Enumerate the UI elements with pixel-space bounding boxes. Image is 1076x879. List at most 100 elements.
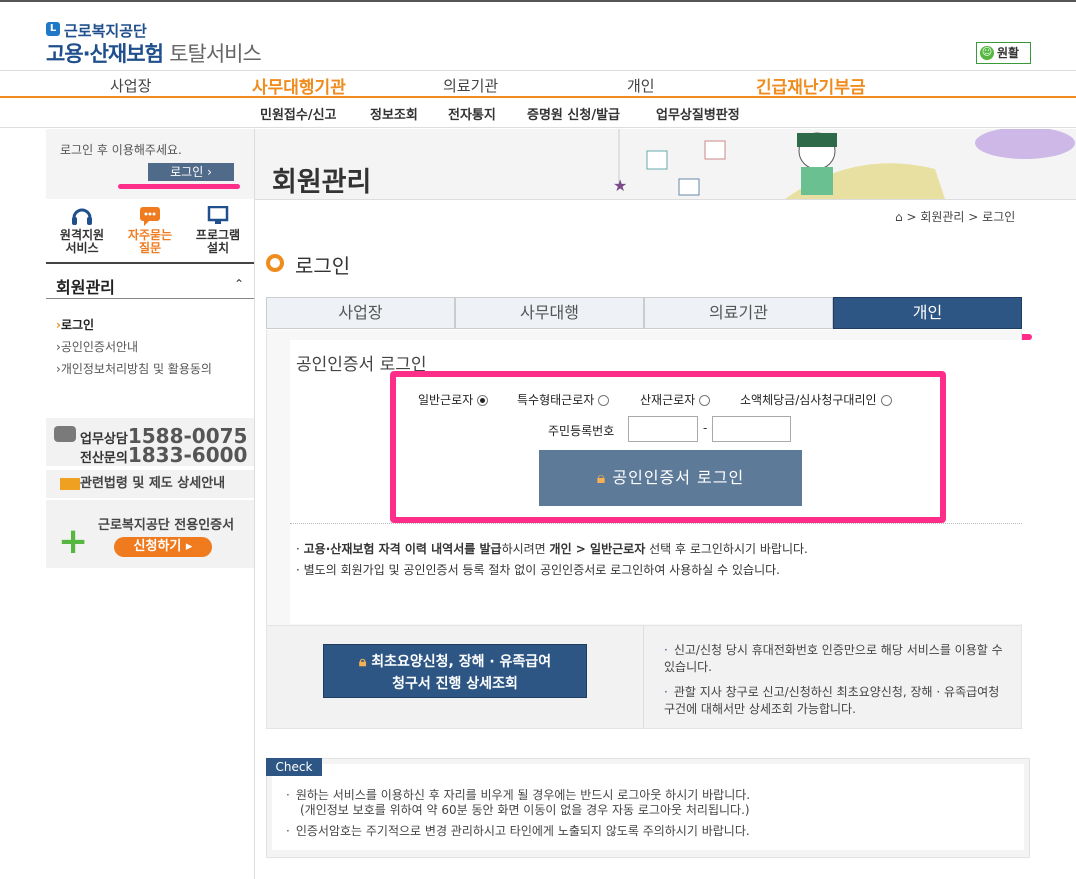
- quick-label: 서비스: [65, 241, 99, 255]
- smile-icon: ☺: [980, 46, 994, 60]
- login-type-tabs: 사업장 사무대행 의료기관 개인: [266, 297, 1022, 329]
- quick-label: 프로그램: [195, 228, 241, 242]
- menu-item-login[interactable]: ›로그인: [56, 316, 94, 333]
- nav-disaster-donation[interactable]: 긴급재난기부금: [756, 73, 865, 98]
- phone-icon: [54, 426, 76, 442]
- note-text: 하시려면: [501, 542, 550, 556]
- svg-text:★: ★: [613, 176, 627, 195]
- site-logo[interactable]: 고용·산재보험 토탈서비스: [46, 38, 262, 68]
- menu-item-label: 로그인: [60, 318, 95, 332]
- tab-business[interactable]: 사업장: [266, 297, 455, 329]
- play-icon: ▸: [185, 539, 193, 554]
- sub-nav: 민원접수/신고 정보조회 전자통지 증명원 신청/발급 업무상질병판정: [0, 98, 1076, 128]
- chat-icon: [140, 207, 160, 226]
- cert-login-button[interactable]: 🔒︎ 공인인증서 로그인: [539, 450, 802, 506]
- quick-links: 원격지원 서비스 자주묻는 질문 프로그램 설치: [46, 200, 254, 264]
- note-strong: 고용·산재보험 자격 이력 내역서를 발급: [303, 542, 502, 556]
- title-bullet-icon: [266, 254, 284, 272]
- subnav-info[interactable]: 정보조회: [370, 104, 418, 123]
- page-banner: ★: [255, 129, 1076, 200]
- home-icon[interactable]: ⌂: [895, 210, 903, 224]
- radio-label: 일반근로자: [418, 393, 474, 407]
- radio-agent[interactable]: 소액체당금/심사청구대리인: [740, 391, 892, 408]
- note-text: 선택 후 로그인하시기 바랍니다.: [645, 542, 808, 556]
- radio-checked-icon: [477, 395, 489, 406]
- top-border: [0, 0, 1076, 2]
- menu-title: 회원관리: [56, 278, 115, 297]
- breadcrumb-item: 로그인: [982, 210, 1016, 224]
- cs-line-2: 전산문의1833-6000: [80, 443, 247, 467]
- note-text: 인증서암호는 주기적으로 변경 관리하시고 타인에게 노출되지 않도록 주의하시…: [295, 824, 750, 838]
- note-1: · 고용·산재보험 자격 이력 내역서를 발급하시려면 개인 > 일반근로자 선…: [296, 542, 808, 556]
- menu-item-label: 개인정보처리방침 및 활용동의: [60, 362, 212, 376]
- quick-remote-support[interactable]: 원격지원 서비스: [48, 200, 116, 262]
- subnav-notice[interactable]: 전자통지: [448, 104, 496, 123]
- page-title: 로그인: [295, 254, 351, 278]
- rrn-dash: -: [703, 421, 708, 435]
- menu-item-label: 공인인증서안내: [60, 340, 139, 354]
- login-message: 로그인 후 이용해주세요.: [60, 143, 182, 157]
- subnav-certificate[interactable]: 증명원 신청/발급: [527, 104, 620, 123]
- site-title: 고용·산재보험: [46, 42, 164, 66]
- breadcrumb: ⌂ > 회원관리 > 로그인: [895, 210, 1016, 224]
- quick-faq[interactable]: 자주묻는 질문: [116, 200, 184, 262]
- radio-special-worker[interactable]: 특수형태근로자: [517, 391, 610, 408]
- note-text: 별도의 회원가입 및 공인인증서 등록 절차 없이 공인인증서로 로그인하여 사…: [303, 563, 780, 577]
- subnav-petition[interactable]: 민원접수/신고: [260, 104, 337, 123]
- detail-button-line2: 청구서 진행 상세조회: [392, 676, 518, 692]
- menu-divider: [46, 298, 254, 299]
- rrn-front-input[interactable]: [628, 416, 698, 442]
- note-strong: 개인 > 일반근로자: [549, 542, 646, 556]
- note-2: · 별도의 회원가입 및 공인인증서 등록 절차 없이 공인인증서로 로그인하여…: [296, 563, 780, 577]
- cert-apply-label: 신청하기: [133, 539, 182, 554]
- cert-login-label: 공인인증서 로그인: [612, 468, 745, 487]
- chevron-right-icon: ›: [207, 165, 212, 179]
- cs-label: 전산문의: [80, 451, 128, 466]
- check-note-1b: (개인정보 보호를 위하여 약 60분 동안 화면 이동이 없을 경우 자동 로…: [300, 803, 750, 817]
- site-subtitle: 토탈서비스: [169, 42, 262, 66]
- radio-icon: [880, 395, 892, 406]
- quick-program-install[interactable]: 프로그램 설치: [184, 200, 252, 262]
- sidebar-login-button[interactable]: 로그인 ›: [148, 163, 234, 181]
- headset-icon: [72, 208, 92, 225]
- nav-medical[interactable]: 의료기관: [443, 75, 498, 96]
- breadcrumb-item[interactable]: 회원관리: [920, 210, 964, 224]
- cert-promo-title: 근로복지공단 전용인증서: [98, 518, 235, 533]
- tab-medical[interactable]: 의료기관: [644, 297, 833, 329]
- radio-label: 소액체당금/심사청구대리인: [740, 393, 877, 407]
- book-icon: [60, 478, 80, 490]
- subnav-disease[interactable]: 업무상질병판정: [656, 104, 740, 123]
- note-text: 원하는 서비스를 이용하신 후 자리를 비우게 될 경우에는 반드시 로그아웃 …: [295, 788, 751, 802]
- content-divider: [254, 129, 255, 879]
- menu-item-cert-guide[interactable]: ›공인인증서안내: [56, 338, 138, 355]
- chevron-up-icon[interactable]: ⌃: [234, 277, 244, 291]
- radio-icon: [699, 395, 711, 406]
- note-text: 신고/신청 당시 휴대전화번호 인증만으로 해당 서비스를 이용할 수 있습니다…: [664, 643, 1003, 674]
- nav-agency[interactable]: 사무대행기관: [252, 73, 346, 98]
- cs-phone: 1833-6000: [127, 443, 248, 467]
- radio-label: 산재근로자: [640, 393, 696, 407]
- banner-illustration: ★: [613, 129, 1075, 199]
- main-nav: 사업장 사무대행기관 의료기관 개인 긴급재난기부금: [0, 70, 1076, 98]
- quick-label: 설치: [206, 241, 230, 255]
- nav-individual[interactable]: 개인: [627, 75, 655, 96]
- right-note-1: · 신고/신청 당시 휴대전화번호 인증만으로 해당 서비스를 이용할 수 있습니…: [664, 643, 1003, 674]
- tab-individual[interactable]: 개인: [833, 297, 1022, 329]
- rrn-back-input[interactable]: [712, 416, 791, 442]
- menu-item-privacy[interactable]: ›개인정보처리방침 및 활용동의: [56, 360, 212, 377]
- monitor-icon: [207, 206, 229, 224]
- radio-icon: [598, 395, 610, 406]
- tab-agency[interactable]: 사무대행: [455, 297, 644, 329]
- quick-label: 질문: [138, 241, 162, 255]
- radio-general-worker[interactable]: 일반근로자: [418, 391, 489, 408]
- cert-apply-button[interactable]: 신청하기 ▸: [114, 537, 212, 557]
- radio-injured-worker[interactable]: 산재근로자: [640, 391, 711, 408]
- nav-business[interactable]: 사업장: [110, 75, 151, 96]
- sidebar-login-label: 로그인: [170, 165, 204, 179]
- detail-inquiry-button[interactable]: 🔒︎ 최초요양신청, 장해 · 유족급여 청구서 진행 상세조회: [323, 644, 587, 698]
- quick-label: 자주묻는: [127, 228, 173, 242]
- check-tag: Check: [266, 758, 322, 776]
- logo-icon: L: [46, 22, 60, 36]
- radio-label: 특수형태근로자: [517, 393, 595, 407]
- dotted-divider: [290, 523, 1022, 524]
